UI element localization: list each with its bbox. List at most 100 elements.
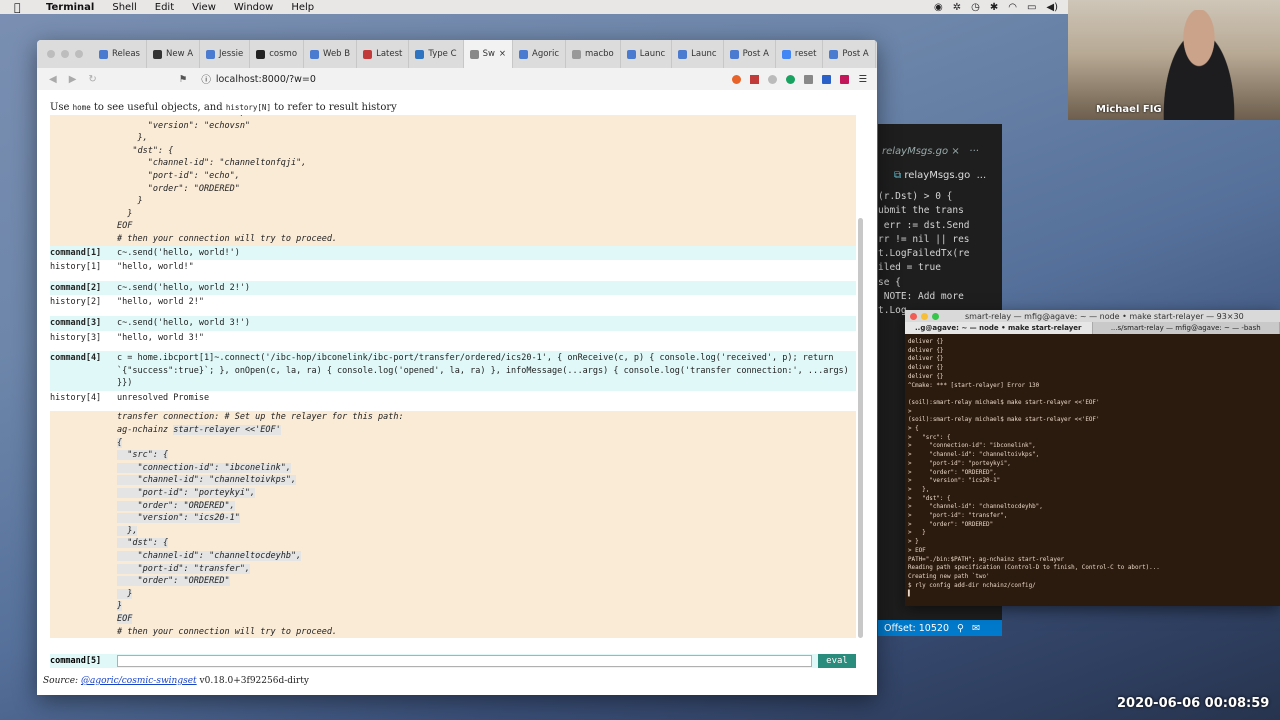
command-label: command[4]: [50, 353, 102, 364]
more-icon[interactable]: ···: [969, 146, 979, 157]
history-label: history[4]: [50, 392, 102, 403]
terminal-output[interactable]: deliver {} deliver {} deliver {} deliver…: [905, 334, 1280, 603]
reload-icon[interactable]: ↻: [88, 74, 96, 85]
info-icon[interactable]: ⓘ: [201, 72, 211, 86]
tab-label: Latest: [376, 49, 403, 59]
rewards-icon[interactable]: [750, 74, 760, 84]
history-value: unresolved Promise: [117, 392, 210, 403]
browser-tab[interactable]: Launc: [621, 40, 673, 68]
repl-history[interactable]: "order": "ORDERED", "version": "echovsn"…: [50, 115, 856, 652]
favicon-icon: [519, 49, 529, 59]
zoom-window-button[interactable]: [75, 50, 83, 58]
repl-page: Use home to see useful objects, and hist…: [37, 90, 877, 695]
close-window-button[interactable]: [910, 312, 917, 320]
bookmark-icon[interactable]: ⚑: [179, 74, 188, 85]
terminal-tab-2[interactable]: ...s/smart-relay — mfig@agave: ~ — -bash: [1093, 322, 1280, 334]
browser-tab[interactable]: Launc: [672, 40, 724, 68]
browser-tab[interactable]: Sw ×: [463, 40, 514, 68]
zoom-window-button[interactable]: [932, 312, 939, 320]
command-entry[interactable]: command[3] c~.send('hello, world 3!'): [50, 315, 856, 331]
window-controls: [910, 312, 939, 320]
history-label: history[1]: [50, 262, 102, 273]
back-icon[interactable]: ◀: [49, 74, 57, 85]
hint-history-code: history[N]: [225, 103, 271, 112]
extension-icon[interactable]: [768, 74, 778, 84]
command-entry[interactable]: command[4] c = home.ibcport[1]~.connect('…: [50, 351, 856, 391]
editor-tab-active[interactable]: ⧉ relayMsgs.go ...: [894, 170, 986, 181]
siri-icon[interactable]: ◉: [934, 2, 943, 13]
close-icon[interactable]: ×: [951, 146, 959, 157]
webcam-overlay: Michael FIG: [1068, 0, 1280, 120]
address-bar[interactable]: ⓘ localhost:8000/?w=0: [201, 72, 316, 87]
apple-icon[interactable]: : [14, 1, 28, 14]
browser-tab[interactable]: Type C: [409, 40, 464, 68]
command-entry[interactable]: command[2] c~.send('hello, world 2!'): [50, 280, 856, 296]
tab-label: Post A: [742, 49, 769, 59]
browser-tab[interactable]: Agoric: [513, 40, 566, 68]
browser-tab[interactable]: New A: [147, 40, 201, 68]
extensions: ☰: [732, 74, 867, 85]
volume-icon[interactable]: ◀): [1046, 2, 1058, 13]
menu-window[interactable]: Window: [234, 2, 273, 13]
menu-shell[interactable]: Shell: [112, 2, 136, 13]
browser-tab[interactable]: reset: [776, 40, 824, 68]
status-icons: ◉ ✲ ◷ ✱ ◠ ▭ ◀): [934, 2, 1058, 13]
tab-label: cosmo: [269, 49, 298, 59]
menu-view[interactable]: View: [192, 2, 216, 13]
tab-label: reset: [794, 49, 817, 59]
history-entry: history[3] "hello, world 3!": [50, 331, 856, 346]
display-icon[interactable]: ▭: [1027, 2, 1036, 13]
browser-tab[interactable]: Latest: [357, 40, 410, 68]
tab-label: macbo: [585, 49, 614, 59]
menu-icon[interactable]: ☰: [858, 74, 867, 85]
history-value: "hello, world!": [117, 262, 194, 273]
scrollbar[interactable]: [858, 218, 863, 638]
brave-shield-icon[interactable]: [732, 74, 742, 84]
history-entry: history[2] "hello, world 2!": [50, 295, 856, 310]
terminal-tab-1[interactable]: ..g@agave: ~ — node • make start-relayer: [905, 322, 1093, 334]
browser-tab[interactable]: cosmo: [250, 40, 305, 68]
wifi-icon[interactable]: ◠: [1008, 2, 1017, 13]
menu-edit[interactable]: Edit: [155, 2, 174, 13]
menu-help[interactable]: Help: [291, 2, 314, 13]
hint-text: to refer to result history: [270, 102, 397, 113]
selected-text: start-relayer <<'EOF': [173, 425, 281, 436]
forward-icon[interactable]: ▶: [69, 74, 77, 85]
menu-bar:  Terminal Shell Edit View Window Help ◉…: [0, 0, 1070, 14]
command-input[interactable]: [117, 655, 812, 667]
profile-icon[interactable]: [840, 74, 850, 84]
window-controls: [47, 50, 83, 58]
grammarly-icon[interactable]: [786, 74, 796, 84]
notifications-icon[interactable]: ✉: [972, 623, 980, 634]
offset-status[interactable]: Offset: 10520: [884, 623, 949, 634]
minimize-window-button[interactable]: [921, 312, 928, 320]
code-editor[interactable]: (r.Dst) > 0 { ubmit the trans err := dst…: [878, 190, 970, 319]
translate-icon[interactable]: [822, 74, 832, 84]
browser-tab[interactable]: Web B: [304, 40, 358, 68]
browser-tab[interactable]: Jessie: [200, 40, 251, 68]
extension-icon[interactable]: [804, 74, 814, 84]
tab-label: Agoric: [532, 49, 559, 59]
browser-tab[interactable]: Post A: [823, 40, 876, 68]
editor-tab-inactive[interactable]: relayMsgs.go × ···: [882, 146, 979, 157]
command-entry[interactable]: command[1] c~.send('hello, world!'): [50, 245, 856, 261]
menu-app-terminal[interactable]: Terminal: [46, 2, 94, 13]
bluetooth-icon[interactable]: ✱: [990, 2, 998, 13]
user-icon[interactable]: ✲: [953, 2, 961, 13]
tab-label: Launc: [639, 49, 666, 59]
eval-button[interactable]: eval: [818, 654, 856, 668]
history-value: "hello, world 3!": [117, 332, 204, 343]
go-file-icon: ⧉: [894, 170, 902, 181]
url-text[interactable]: localhost:8000/?w=0: [216, 74, 316, 85]
live-share-icon[interactable]: ⚲: [957, 623, 964, 634]
close-tab-icon[interactable]: ×: [499, 49, 506, 59]
browser-tab[interactable]: Releas: [93, 40, 147, 68]
minimize-window-button[interactable]: [61, 50, 69, 58]
browser-tab[interactable]: Post A: [724, 40, 776, 68]
browser-tab[interactable]: macbo: [566, 40, 621, 68]
source-link[interactable]: @agoric/cosmic-swingset: [81, 676, 197, 686]
time-machine-icon[interactable]: ◷: [971, 2, 980, 13]
close-window-button[interactable]: [47, 50, 55, 58]
nav-buttons: ◀ ▶ ↻: [49, 74, 97, 85]
terminal-window[interactable]: smart-relay — mfig@agave: ~ — node • mak…: [905, 310, 1280, 606]
